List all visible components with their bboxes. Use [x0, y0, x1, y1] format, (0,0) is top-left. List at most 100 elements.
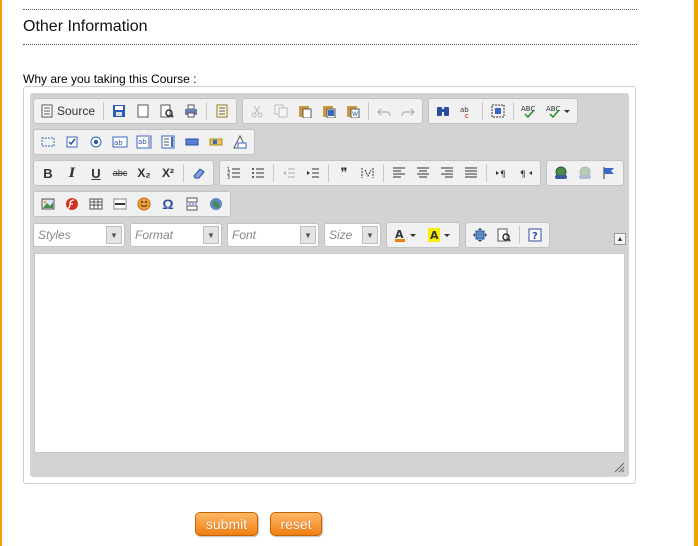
- align-center-button[interactable]: [412, 162, 434, 184]
- align-right-icon: [441, 167, 453, 178]
- svg-text:¶: ¶: [500, 170, 506, 180]
- cut-button[interactable]: [246, 100, 268, 122]
- textarea-icon: ab: [136, 135, 152, 149]
- paste-text-button[interactable]: [318, 100, 340, 122]
- checkbox-button[interactable]: [61, 131, 83, 153]
- submit-button[interactable]: submit: [195, 512, 258, 536]
- textarea-button[interactable]: ab: [133, 131, 155, 153]
- page-left-border: [0, 0, 2, 546]
- editor-content-area[interactable]: [34, 253, 625, 453]
- align-right-button[interactable]: [436, 162, 458, 184]
- table-button[interactable]: [85, 193, 107, 215]
- align-left-button[interactable]: [388, 162, 410, 184]
- toolbar-row-1: Source W ab c ABC ABC: [33, 97, 583, 125]
- separator: [273, 164, 274, 182]
- justify-button[interactable]: [460, 162, 482, 184]
- svg-text:W: W: [352, 111, 358, 118]
- preview-button[interactable]: [156, 100, 178, 122]
- paste-button[interactable]: [294, 100, 316, 122]
- anchor-button[interactable]: [598, 162, 620, 184]
- outdent-button[interactable]: [278, 162, 300, 184]
- horizontal-rule-button[interactable]: [109, 193, 131, 215]
- replace-button[interactable]: ab c: [456, 100, 478, 122]
- font-combo[interactable]: Font ▼: [227, 223, 319, 247]
- paste-word-button[interactable]: W: [342, 100, 364, 122]
- iframe-button[interactable]: [205, 193, 227, 215]
- copy-button[interactable]: [270, 100, 292, 122]
- toolbar-group-insert: Ω: [33, 191, 231, 217]
- unlink-button[interactable]: [574, 162, 596, 184]
- text-rtl-button[interactable]: ¶: [515, 162, 537, 184]
- spellcheck-icon: ABC: [521, 105, 535, 118]
- svg-text:c: c: [465, 112, 469, 118]
- spell-as-you-type-icon: ABC: [546, 105, 571, 118]
- superscript-button[interactable]: X²: [157, 162, 179, 184]
- source-button[interactable]: Source: [37, 100, 99, 122]
- resize-handle-icon[interactable]: [613, 461, 625, 473]
- text-field-button[interactable]: ab: [109, 131, 131, 153]
- form-icon: [41, 137, 55, 147]
- background-color-button[interactable]: A: [424, 224, 456, 246]
- smiley-button[interactable]: [133, 193, 155, 215]
- checkbox-icon: [66, 136, 78, 148]
- templates-button[interactable]: [211, 100, 233, 122]
- maximize-icon: [473, 228, 487, 242]
- create-div-button[interactable]: [357, 162, 379, 184]
- italic-button[interactable]: I: [61, 162, 83, 184]
- chevron-down-icon: ▼: [106, 226, 122, 244]
- flash-button[interactable]: [61, 193, 83, 215]
- about-button[interactable]: ?: [524, 224, 546, 246]
- remove-format-button[interactable]: [188, 162, 210, 184]
- form-button[interactable]: [37, 131, 59, 153]
- radio-button[interactable]: [85, 131, 107, 153]
- find-button[interactable]: [432, 100, 454, 122]
- spellcheck-button[interactable]: ABC: [518, 100, 540, 122]
- select-all-button[interactable]: [487, 100, 509, 122]
- print-button[interactable]: [180, 100, 202, 122]
- select-field-button[interactable]: [157, 131, 179, 153]
- preview-icon: [160, 104, 174, 118]
- form-button-button[interactable]: [181, 131, 203, 153]
- text-ltr-button[interactable]: ¶: [491, 162, 513, 184]
- reset-button[interactable]: reset: [270, 512, 322, 536]
- flash-icon: [66, 198, 78, 210]
- text-color-button[interactable]: A: [390, 224, 422, 246]
- link-icon: [555, 166, 567, 179]
- page-break-button[interactable]: [181, 193, 203, 215]
- styles-combo[interactable]: Styles ▼: [33, 223, 125, 247]
- image-button-button[interactable]: [205, 131, 227, 153]
- text-color-icon: A: [395, 228, 416, 242]
- maximize-button[interactable]: [469, 224, 491, 246]
- image-button[interactable]: [37, 193, 59, 215]
- radio-icon: [90, 136, 102, 148]
- toolbar-group-tools: ?: [465, 222, 550, 248]
- redo-button[interactable]: [397, 100, 419, 122]
- separator: [368, 102, 370, 120]
- unlink-icon: [579, 166, 591, 179]
- link-button[interactable]: [550, 162, 572, 184]
- format-combo[interactable]: Format ▼: [130, 223, 222, 247]
- show-blocks-button[interactable]: [493, 224, 515, 246]
- strike-button[interactable]: abc: [109, 162, 131, 184]
- editor-chrome: Source W ab c ABC ABC ab ab B I U abc X₂…: [30, 93, 629, 477]
- text-ltr-icon: ¶: [496, 170, 506, 180]
- underline-button[interactable]: U: [85, 162, 107, 184]
- blockquote-button[interactable]: ❞: [333, 162, 355, 184]
- spell-as-you-type-button[interactable]: ABC: [542, 100, 574, 122]
- save-button[interactable]: [108, 100, 130, 122]
- indent-button[interactable]: [302, 162, 324, 184]
- paste-icon: [299, 106, 312, 118]
- size-combo[interactable]: Size ▼: [324, 223, 381, 247]
- new-page-icon: [137, 104, 149, 118]
- hidden-field-button[interactable]: [229, 131, 251, 153]
- undo-button[interactable]: [373, 100, 395, 122]
- flag-icon: [603, 167, 614, 179]
- new-page-button[interactable]: [132, 100, 154, 122]
- subscript-button[interactable]: X₂: [133, 162, 155, 184]
- bold-button[interactable]: B: [37, 162, 59, 184]
- special-char-button[interactable]: Ω: [157, 193, 179, 215]
- toolbar-group-paragraph: 123 ❞ ¶ ¶: [219, 160, 541, 186]
- collapse-toolbar-button[interactable]: ▲: [614, 233, 626, 245]
- numbered-list-button[interactable]: 123: [223, 162, 245, 184]
- bulleted-list-button[interactable]: [247, 162, 269, 184]
